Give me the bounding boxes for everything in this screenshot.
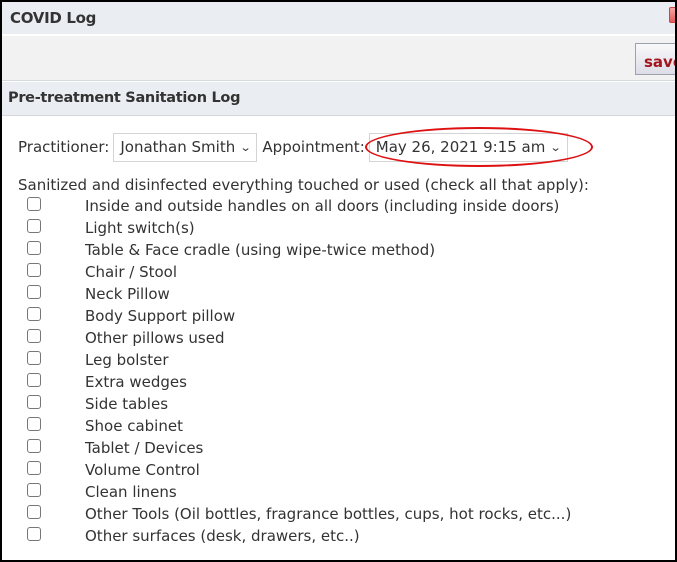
checkbox[interactable] <box>27 527 41 541</box>
checklist-item-label: Leg bolster <box>85 351 169 369</box>
checkbox[interactable] <box>27 351 41 365</box>
checkbox[interactable] <box>27 373 41 387</box>
practitioner-value: Jonathan Smith <box>120 138 236 156</box>
checklist-item-label: Side tables <box>85 395 169 413</box>
appointment-wrapper: May 26, 2021 9:15 am ⌄ <box>364 126 593 167</box>
chevron-down-icon: ⌄ <box>549 140 562 154</box>
checklist-item-label: Tablet / Devices <box>85 439 204 457</box>
close-icon[interactable] <box>669 7 675 23</box>
checklist-item-label: Clean linens <box>85 483 177 501</box>
appointment-label: Appointment: <box>262 138 365 156</box>
selection-row: Practitioner: Jonathan Smith ⌄ Appointme… <box>18 126 593 167</box>
checkbox[interactable] <box>27 197 41 211</box>
checklist-item-label: Neck Pillow <box>85 285 170 303</box>
checklist-item-label: Table & Face cradle (using wipe-twice me… <box>85 241 436 259</box>
checklist-item-label: Light switch(s) <box>85 219 195 237</box>
checklist-item-label: Shoe cabinet <box>85 417 183 435</box>
checkbox[interactable] <box>27 505 41 519</box>
checklist-item-label: Body Support pillow <box>85 307 236 325</box>
checkbox[interactable] <box>27 219 41 233</box>
practitioner-label: Practitioner: <box>18 138 110 156</box>
section-header: Pre-treatment Sanitation Log <box>2 82 675 116</box>
checkbox[interactable] <box>27 263 41 277</box>
checkbox[interactable] <box>27 417 41 431</box>
checklist-item-label: Volume Control <box>85 461 200 479</box>
checklist-item-label: Inside and outside handles on all doors … <box>85 197 560 215</box>
title-bar: COVID Log <box>2 2 675 35</box>
checkbox[interactable] <box>27 483 41 497</box>
checkbox[interactable] <box>27 329 41 343</box>
checkbox[interactable] <box>27 241 41 255</box>
checklist-item-label: Chair / Stool <box>85 263 178 281</box>
checkbox[interactable] <box>27 285 41 299</box>
appointment-value: May 26, 2021 9:15 am <box>375 138 546 156</box>
checklist-item-label: Other Tools (Oil bottles, fragrance bott… <box>85 505 572 523</box>
covid-log-dialog: COVID Log save Pre-treatment Sanitation … <box>2 2 675 560</box>
appointment-select[interactable]: May 26, 2021 9:15 am ⌄ <box>368 132 568 162</box>
checkbox[interactable] <box>27 395 41 409</box>
toolbar: save <box>2 36 675 81</box>
checklist-item-label: Extra wedges <box>85 373 187 391</box>
practitioner-select[interactable]: Jonathan Smith ⌄ <box>113 132 258 162</box>
checkbox[interactable] <box>27 307 41 321</box>
checklist-item-label: Other surfaces (desk, drawers, etc..) <box>85 527 360 545</box>
checkbox[interactable] <box>27 461 41 475</box>
section-title: Pre-treatment Sanitation Log <box>8 90 241 106</box>
chevron-down-icon: ⌄ <box>239 140 252 154</box>
dialog-title: COVID Log <box>10 9 97 27</box>
instructions: Sanitized and disinfected everything tou… <box>18 176 589 194</box>
checkbox[interactable] <box>27 439 41 453</box>
save-button[interactable]: save <box>635 43 675 75</box>
checklist-item-label: Other pillows used <box>85 329 225 347</box>
